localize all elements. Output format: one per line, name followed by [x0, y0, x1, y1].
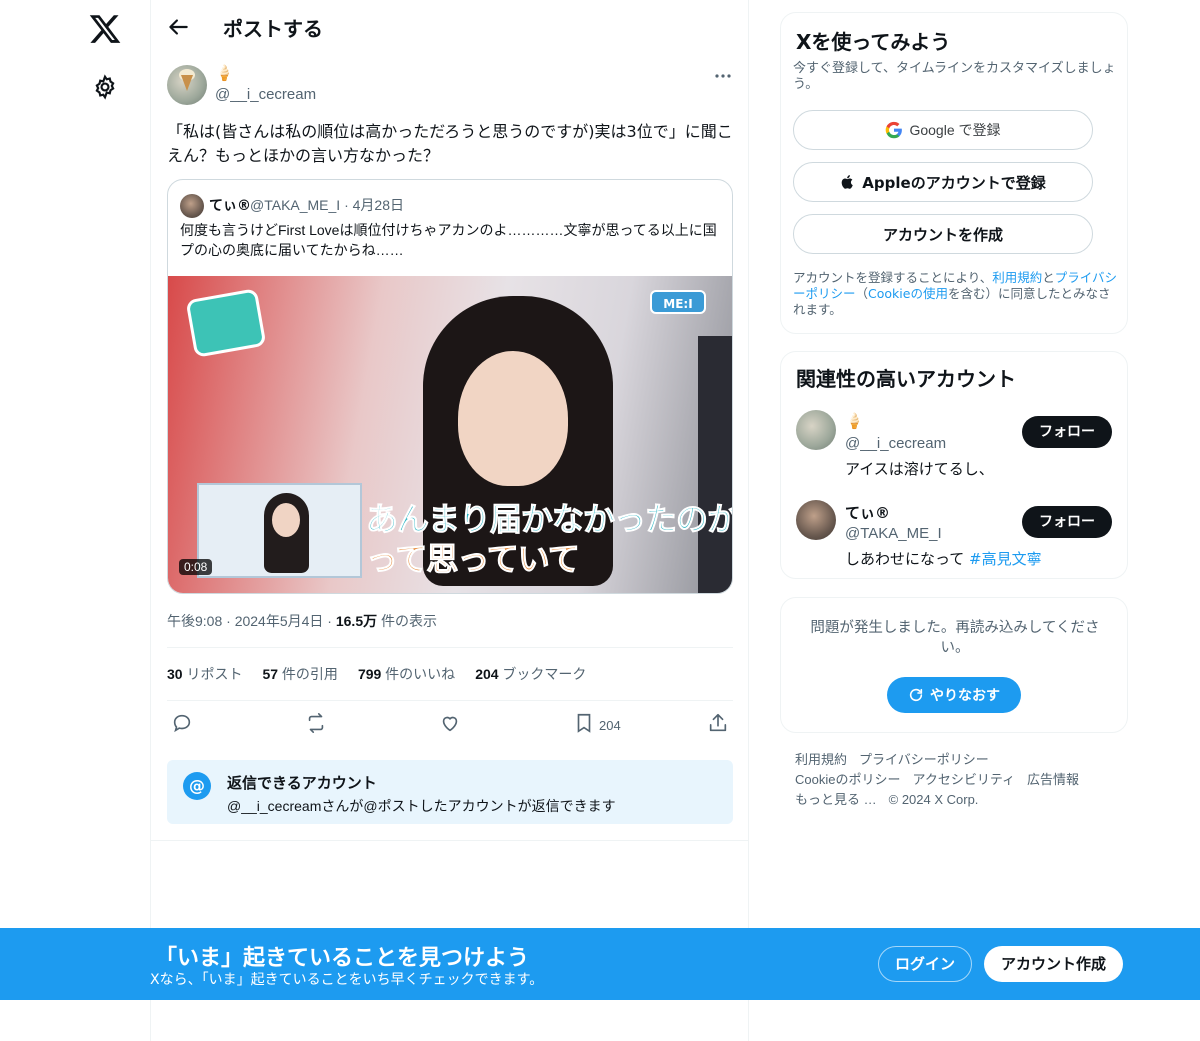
author-name[interactable]: 🍦: [215, 64, 234, 82]
error-message: 問題が発生しました。再読み込みしてください。: [810, 620, 1100, 656]
apple-signup-button[interactable]: Appleのアカウントで登録: [793, 162, 1093, 202]
terms-link[interactable]: 利用規約: [992, 270, 1042, 285]
footer-link[interactable]: 利用規約: [795, 752, 847, 767]
bottom-login-bar: 「いま」起きていることを見つけよう Xなら、「いま」起きていることをいち早くチェ…: [0, 928, 1200, 1000]
quoted-author-meta: @TAKA_ME_I · 4月28日: [250, 197, 404, 213]
account-bio: アイスは溶けてるし、: [845, 460, 994, 478]
back-arrow-icon[interactable]: [165, 14, 191, 40]
video-duration: 0:08: [179, 559, 213, 575]
footer-link[interactable]: Cookieのポリシー: [795, 772, 900, 787]
post-stats: 30 リポスト 57 件の引用 799 件のいいね 204 ブックマーク: [167, 664, 586, 684]
follow-button[interactable]: フォロー: [1022, 416, 1112, 448]
x-logo-icon[interactable]: [88, 12, 122, 46]
avatar[interactable]: [796, 410, 836, 450]
video-caption-line2: って思っていて: [366, 540, 581, 579]
quoted-author-avatar: [180, 194, 204, 218]
video-player[interactable]: ME:I あんまり届かなかったのかな って思っていて 0:08: [168, 276, 732, 593]
primary-column: ポストする 🍦 @__i_cecream 「私は(皆さんは私の順位は高かっただろ…: [150, 0, 749, 1041]
footer-link[interactable]: 広告情報: [1027, 772, 1079, 787]
broadcaster-badge: ME:I: [650, 290, 706, 314]
apple-icon: [841, 175, 854, 189]
views-count: 16.5万: [335, 613, 378, 629]
divider: [167, 700, 733, 701]
signup-title: Xを使ってみよう: [796, 30, 951, 54]
reply-icon[interactable]: [171, 712, 195, 736]
reply-restriction-notice: @ 返信できるアカウント @__i_cecreamさんが@ポストしたアカウントが…: [167, 760, 733, 824]
bookmark-icon[interactable]: [573, 712, 597, 736]
stat-bookmarks[interactable]: 204 ブックマーク: [475, 664, 586, 684]
quoted-post[interactable]: てぃ® @TAKA_ME_I · 4月28日 何度も言うけどFirst Love…: [167, 179, 733, 594]
signup-button[interactable]: アカウント作成: [984, 946, 1123, 982]
refresh-icon: [909, 688, 923, 702]
like-heart-icon[interactable]: [439, 712, 463, 736]
gear-icon[interactable]: [92, 74, 118, 100]
copyright: © 2024 X Corp.: [888, 792, 979, 807]
picture-in-picture-inset: [197, 483, 362, 578]
bottom-bar-subtitle: Xなら、「いま」起きていることをいち早くチェックできます。: [150, 972, 544, 988]
signup-subtitle: 今すぐ登録して、タイムラインをカスタマイズしましょう。: [793, 61, 1116, 92]
create-account-button[interactable]: アカウントを作成: [793, 214, 1093, 254]
show-logo-badge: [185, 288, 267, 358]
error-card: 問題が発生しました。再読み込みしてください。 やりなおす: [780, 597, 1128, 733]
footer-links: 利用規約 プライバシーポリシー Cookieのポリシー アクセシビリティ 広告情報 も…: [795, 750, 1125, 810]
related-accounts-card: 関連性の高いアカウント 🍦 @__i_cecream アイスは溶けてるし、 フォ…: [780, 351, 1128, 579]
share-icon[interactable]: [707, 712, 731, 736]
post-text: 「私は(皆さんは私の順位は高かっただろうと思うのですが)実は3位で」に聞こえん？…: [167, 122, 733, 165]
reply-restriction-subtitle: @__i_cecreamさんが@ポストしたアカウントが返信できます: [227, 798, 616, 814]
post-timestamp: 午後9:08 · 2024年5月4日 · 16.5万 件の表示: [167, 613, 437, 629]
retry-button[interactable]: やりなおす: [887, 677, 1021, 713]
login-button[interactable]: ログイン: [878, 946, 972, 982]
footer-link[interactable]: アクセシビリティ: [912, 772, 1015, 787]
account-handle[interactable]: @__i_cecream: [845, 435, 946, 452]
repost-icon[interactable]: [305, 712, 329, 736]
stat-quotes[interactable]: 57 件の引用: [262, 664, 337, 684]
bookmark-count: 204: [599, 718, 621, 733]
post-actions: 204: [167, 708, 733, 742]
more-options-icon[interactable]: [713, 66, 733, 86]
google-signup-button[interactable]: Google で登録: [793, 110, 1093, 150]
footer-link[interactable]: もっと見る …: [795, 792, 877, 807]
author-avatar[interactable]: [167, 65, 207, 105]
divider: [151, 840, 749, 841]
hashtag-link[interactable]: #高見文寧: [969, 550, 1042, 568]
footer-link[interactable]: プライバシーポリシー: [859, 752, 989, 767]
quoted-post-text: 何度も言うけどFirst Loveは順位付けちゃアカンのよ…………文寧が思ってる…: [180, 222, 717, 258]
account-handle[interactable]: @TAKA_ME_I: [845, 525, 942, 542]
account-name[interactable]: てぃ®: [845, 502, 890, 523]
cookie-link[interactable]: Cookieの使用: [868, 286, 948, 301]
divider: [167, 647, 733, 648]
stat-likes[interactable]: 799 件のいいね: [358, 664, 455, 684]
page-header: ポストする: [151, 0, 749, 54]
page-title: ポストする: [223, 17, 323, 41]
follow-button[interactable]: フォロー: [1022, 506, 1112, 538]
stat-reposts[interactable]: 30 リポスト: [167, 664, 242, 684]
author-handle[interactable]: @__i_cecream: [215, 86, 316, 103]
avatar[interactable]: [796, 500, 836, 540]
quoted-author-name: てぃ®: [209, 198, 251, 214]
bottom-bar-title: 「いま」起きていることを見つけよう: [155, 946, 530, 971]
reply-restriction-title: 返信できるアカウント: [227, 774, 377, 792]
signup-terms: アカウントを登録することにより、利用規約とプライバシーポリシー（Cookieの使…: [793, 270, 1118, 317]
related-accounts-title: 関連性の高いアカウント: [796, 367, 1016, 391]
left-nav: [0, 0, 150, 1041]
signup-card: Xを使ってみよう 今すぐ登録して、タイムラインをカスタマイズしましょう。 Goo…: [780, 12, 1128, 334]
at-mention-icon: @: [183, 772, 211, 800]
google-icon: [886, 121, 903, 139]
account-bio: しあわせになって #高見文寧: [845, 550, 1042, 568]
account-name[interactable]: 🍦: [845, 412, 864, 430]
